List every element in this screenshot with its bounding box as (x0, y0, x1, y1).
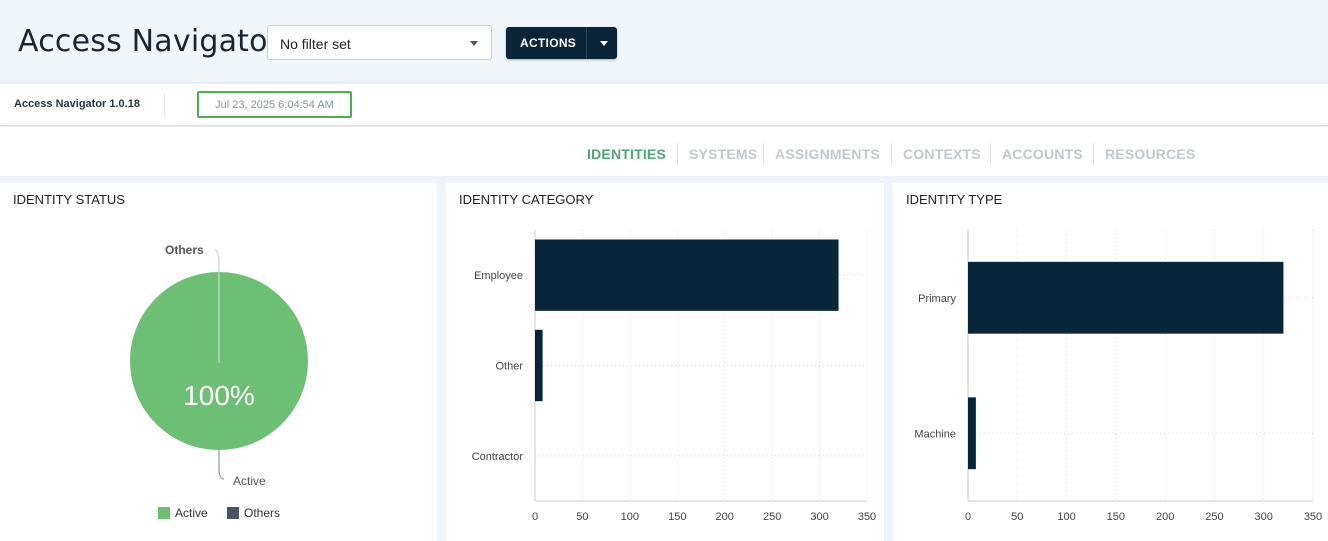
x-tick-label: 300 (1255, 511, 1273, 523)
tab-divider (1093, 143, 1094, 164)
timestamp-box: Jul 23, 2025 6:04:54 AM (197, 91, 352, 118)
actions-button[interactable]: ACTIONS (506, 27, 617, 59)
identity-type-panel: IDENTITY TYPE 0 50 100 150 200 250 300 350 Prima… (893, 183, 1328, 541)
actions-divider (586, 27, 587, 59)
tab-resources[interactable]: RESOURCES (1105, 146, 1195, 162)
version-label: Access Navigator 1.0.18 (14, 98, 140, 110)
bar[interactable] (535, 239, 839, 311)
tab-divider (763, 143, 764, 164)
caret-down-icon[interactable] (600, 41, 608, 46)
x-tick-label: 150 (668, 511, 686, 523)
x-tick-label: 300 (810, 511, 828, 523)
legend-item-others[interactable]: Others (227, 506, 280, 520)
info-bar: Access Navigator 1.0.18 Jul 23, 2025 6:0… (0, 84, 1328, 126)
x-tick-label: 250 (1205, 511, 1223, 523)
pie-label-others: Others (165, 243, 204, 257)
tab-divider (990, 143, 991, 164)
timestamp-text: Jul 23, 2025 6:04:54 AM (215, 99, 334, 111)
x-tick-label: 150 (1107, 511, 1125, 523)
bar[interactable] (968, 397, 976, 470)
identity-category-panel: IDENTITY CATEGORY 0 50 100 150 200 250 300 350 E… (446, 183, 884, 541)
tab-divider (891, 143, 892, 164)
chevron-down-icon (470, 41, 478, 46)
x-tick-label: 50 (576, 511, 588, 523)
tab-systems[interactable]: SYSTEMS (689, 146, 757, 162)
identity-status-pie-chart: Others Active 100% (130, 243, 308, 488)
identity-type-bar-chart: 0 50 100 150 200 250 300 350 Primary Machine (914, 230, 1322, 523)
tab-identities[interactable]: IDENTITIES (587, 146, 666, 162)
legend-swatch-active (158, 507, 170, 519)
x-tick-label: 250 (763, 511, 781, 523)
identity-status-panel: IDENTITY STATUS Others Active 100% Activ… (0, 183, 437, 541)
legend-swatch-others (227, 507, 239, 519)
bar[interactable] (968, 261, 1284, 334)
x-tick-label: 100 (1057, 511, 1075, 523)
pie-center-label: 100% (183, 380, 255, 411)
label-leader-active (218, 449, 225, 480)
x-tick-label: 100 (621, 511, 639, 523)
actions-button-label: ACTIONS (520, 36, 577, 50)
y-category-label: Machine (914, 428, 956, 440)
tab-divider (677, 143, 678, 164)
filter-select[interactable]: No filter set (267, 25, 492, 60)
x-tick-label: 200 (716, 511, 734, 523)
tab-contexts[interactable]: CONTEXTS (903, 146, 981, 162)
x-tick-label: 50 (1011, 511, 1023, 523)
x-tick-label: 0 (965, 511, 971, 523)
bar[interactable] (535, 329, 543, 402)
tab-assignments[interactable]: ASSIGNMENTS (775, 146, 880, 162)
x-tick-label: 350 (858, 511, 876, 523)
filter-select-value: No filter set (280, 36, 351, 52)
app-header: Access Navigator No filter set ACTIONS (0, 0, 1328, 83)
x-tick-label: 0 (532, 511, 538, 523)
identity-category-bar-chart: 0 50 100 150 200 250 300 350 Employee Other Contra… (472, 230, 876, 523)
info-divider (164, 93, 165, 117)
legend-label-others: Others (244, 506, 281, 520)
pie-label-active: Active (233, 474, 266, 488)
y-category-label: Primary (918, 293, 956, 305)
x-tick-label: 350 (1304, 511, 1322, 523)
legend-item-active[interactable]: Active (158, 506, 208, 520)
app-title: Access Navigator (18, 24, 281, 59)
x-tick-label: 200 (1156, 511, 1174, 523)
tab-bar: IDENTITIES SYSTEMS ASSIGNMENTS CONTEXTS … (0, 127, 1328, 176)
y-category-label: Contractor (472, 451, 524, 463)
legend-label-active: Active (175, 506, 208, 520)
tab-accounts[interactable]: ACCOUNTS (1002, 146, 1083, 162)
y-category-label: Employee (474, 270, 523, 282)
y-category-label: Other (495, 361, 523, 373)
